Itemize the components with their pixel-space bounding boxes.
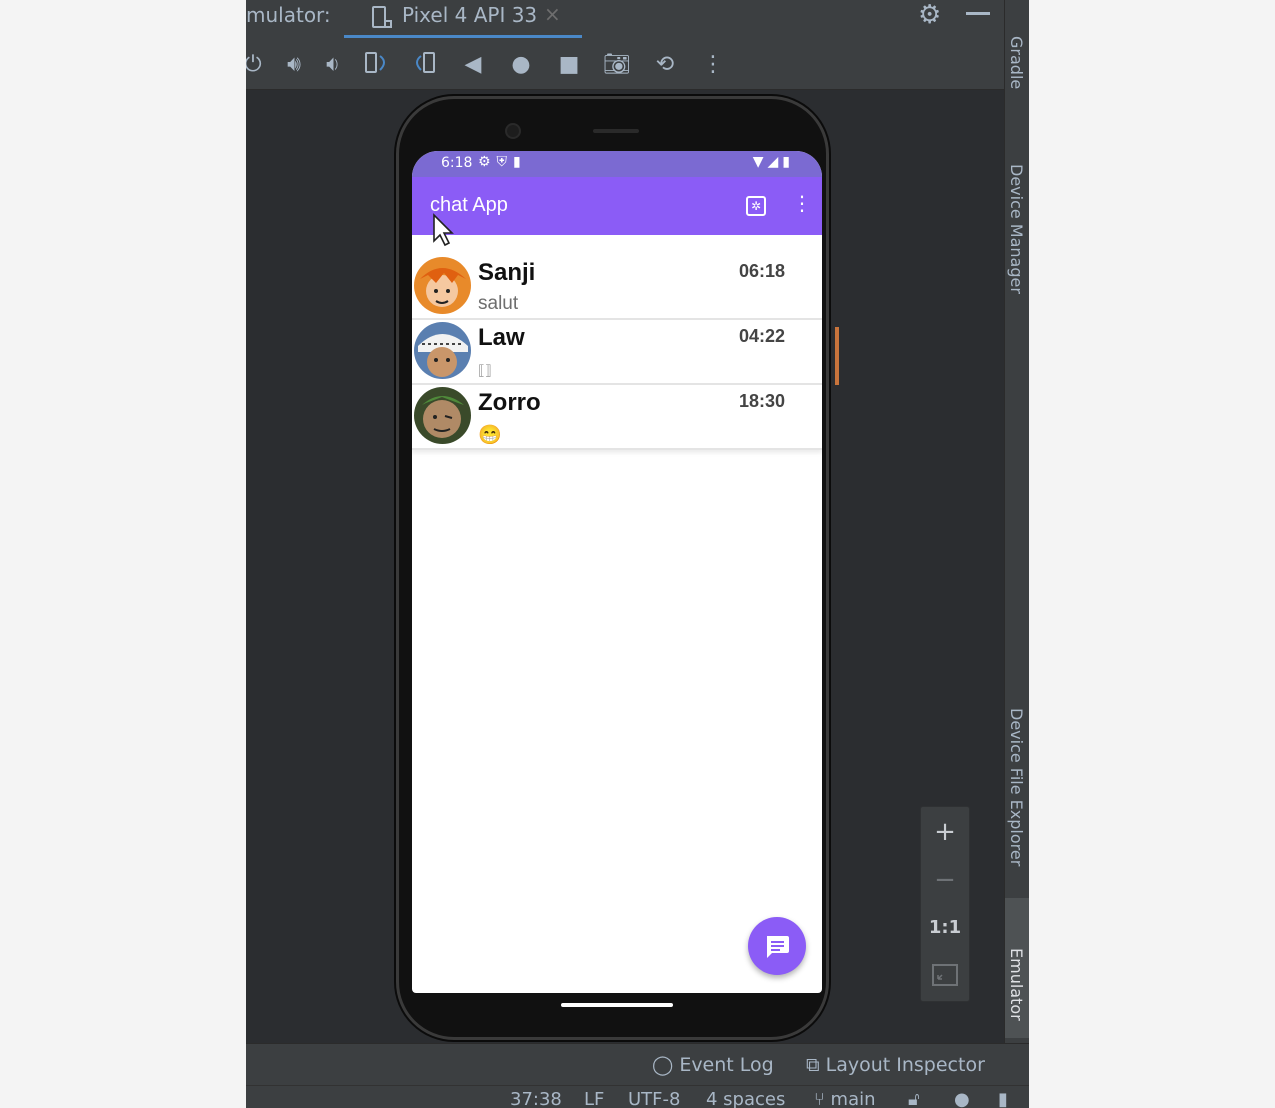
status-signal-battery-icons: ▼◢▮ bbox=[752, 154, 794, 170]
volume-up-icon[interactable]: 🔊︎ bbox=[279, 50, 309, 80]
device-badge-icon bbox=[384, 20, 392, 28]
layout-inspector-icon: ⧉ bbox=[806, 1054, 820, 1076]
camera-icon[interactable]: 📷︎ bbox=[602, 50, 632, 80]
home-gesture-bar[interactable] bbox=[561, 1003, 673, 1007]
fit-screen-icon bbox=[932, 964, 958, 986]
rotate-right-icon[interactable] bbox=[410, 50, 440, 80]
event-log-icon: ◯ bbox=[652, 1054, 674, 1076]
volume-down-icon[interactable]: 🔉︎ bbox=[318, 50, 348, 80]
tab-pixel-4-api-33[interactable]: Pixel 4 API 33 × bbox=[344, 0, 582, 38]
branch-icon: ⑂ bbox=[814, 1089, 825, 1108]
sidebar-item-gradle[interactable]: Gradle bbox=[1007, 36, 1026, 89]
earpiece-speaker bbox=[593, 129, 639, 133]
zoom-out-button[interactable]: − bbox=[921, 865, 969, 895]
front-camera bbox=[505, 123, 521, 139]
avatar bbox=[414, 257, 471, 314]
gear-icon[interactable]: ⚙ bbox=[918, 0, 941, 30]
list-item[interactable]: Zorro 😁 18:30 bbox=[412, 385, 822, 450]
emulator-toolbar: ⏻ 🔊︎ 🔉︎ ◀ ● ■ 📷︎ ⟲ ⋮ bbox=[246, 38, 1004, 90]
layout-inspector-button[interactable]: ⧉ Layout Inspector bbox=[806, 1054, 985, 1076]
rotate-left-icon[interactable] bbox=[362, 50, 392, 80]
close-icon[interactable]: × bbox=[544, 2, 561, 26]
mouse-cursor-icon bbox=[433, 213, 454, 247]
avatar bbox=[414, 322, 471, 379]
settings-icon[interactable]: ✲ bbox=[746, 196, 766, 216]
chat-icon bbox=[767, 936, 789, 958]
status-bar: 6:18 ⚙⛨▮ ▼◢▮ bbox=[412, 151, 822, 177]
power-button[interactable] bbox=[835, 327, 839, 385]
emulator-tab-bar: mulator: Pixel 4 API 33 × ⚙ bbox=[246, 0, 1004, 38]
zoom-fit-button[interactable] bbox=[921, 963, 969, 993]
notification-icon[interactable]: ● bbox=[954, 1089, 970, 1108]
power-icon[interactable]: ⏻ bbox=[246, 50, 268, 80]
message-time: 06:18 bbox=[739, 261, 786, 281]
git-branch[interactable]: ⑂ main bbox=[814, 1089, 876, 1108]
chat-list: Sanji salut 06:18 Law ⟦⟧ 04:22 Zorro 😁 1… bbox=[412, 255, 822, 450]
contact-name: Law bbox=[478, 324, 525, 351]
right-tool-sidebar: Gradle Device Manager Device File Explor… bbox=[1004, 0, 1029, 1043]
emulator-title: mulator: bbox=[246, 3, 331, 27]
message-time: 18:30 bbox=[739, 391, 786, 411]
tab-label: Pixel 4 API 33 bbox=[402, 3, 538, 27]
status-notification-icons: ⚙⛨▮ bbox=[478, 154, 527, 170]
overview-icon[interactable]: ■ bbox=[554, 50, 584, 80]
contact-name: Sanji bbox=[478, 259, 536, 286]
sidebar-item-device-manager[interactable]: Device Manager bbox=[1007, 164, 1026, 294]
home-icon[interactable]: ● bbox=[506, 50, 536, 80]
lock-icon[interactable]: 🔓︎ bbox=[908, 1089, 920, 1108]
event-log-button[interactable]: ◯ Event Log bbox=[652, 1054, 774, 1076]
list-item[interactable]: Sanji salut 06:18 bbox=[412, 255, 822, 320]
ide-status-line: 37:38 LF UTF-8 4 spaces ⑂ main 🔓︎ ● ▮ bbox=[246, 1085, 1029, 1108]
file-encoding[interactable]: UTF-8 bbox=[628, 1089, 680, 1108]
zoom-controls: + − 1:1 bbox=[920, 806, 970, 1002]
last-message: ⟦⟧ bbox=[478, 362, 492, 378]
android-studio-emulator-panel: mulator: Pixel 4 API 33 × ⚙ ⏻ 🔊︎ 🔉︎ ◀ ● … bbox=[246, 0, 1029, 1108]
minimize-icon[interactable] bbox=[966, 12, 990, 15]
bottom-tool-bar: ◯ Event Log ⧉ Layout Inspector bbox=[246, 1043, 1029, 1085]
overflow-menu-icon[interactable]: ⋮ bbox=[792, 193, 812, 213]
zoom-in-button[interactable]: + bbox=[921, 817, 969, 847]
cursor-position[interactable]: 37:38 bbox=[510, 1089, 562, 1108]
more-icon[interactable]: ⋮ bbox=[698, 50, 728, 80]
zoom-actual-size-button[interactable]: 1:1 bbox=[921, 917, 969, 938]
sidebar-item-emulator[interactable]: Emulator bbox=[1007, 948, 1026, 1021]
message-time: 04:22 bbox=[739, 326, 786, 346]
avatar bbox=[414, 387, 471, 444]
sidebar-item-device-file-explorer[interactable]: Device File Explorer bbox=[1007, 708, 1026, 866]
back-icon[interactable]: ◀ bbox=[458, 50, 488, 80]
layout-inspector-label: Layout Inspector bbox=[825, 1054, 985, 1076]
event-icon[interactable]: ▮ bbox=[998, 1089, 1008, 1108]
list-item[interactable]: Law ⟦⟧ 04:22 bbox=[412, 320, 822, 385]
event-log-label: Event Log bbox=[679, 1054, 774, 1076]
last-message: 😁 bbox=[478, 425, 502, 446]
status-time: 6:18 bbox=[441, 155, 473, 171]
snapshot-icon[interactable]: ⟲ bbox=[650, 50, 680, 80]
last-message: salut bbox=[478, 293, 519, 314]
new-chat-button[interactable] bbox=[748, 917, 806, 975]
line-ending[interactable]: LF bbox=[584, 1089, 604, 1108]
indent-setting[interactable]: 4 spaces bbox=[706, 1089, 785, 1108]
device-screen[interactable]: 6:18 ⚙⛨▮ ▼◢▮ chat App ✲ ⋮ Sanji salut 06… bbox=[412, 151, 822, 993]
git-branch-label: main bbox=[830, 1089, 876, 1108]
contact-name: Zorro bbox=[478, 389, 541, 416]
phone-device-frame: 6:18 ⚙⛨▮ ▼◢▮ chat App ✲ ⋮ Sanji salut 06… bbox=[396, 96, 839, 1040]
app-bar: chat App ✲ ⋮ bbox=[412, 177, 822, 235]
